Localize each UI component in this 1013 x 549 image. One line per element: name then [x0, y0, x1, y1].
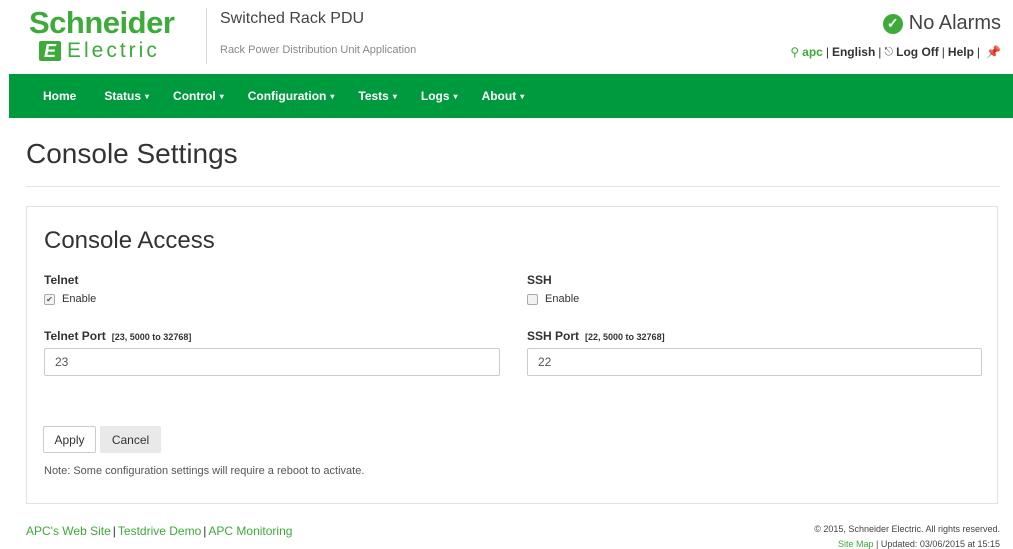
- separator: |: [976, 45, 981, 59]
- apc-website-link[interactable]: APC's Web Site: [26, 524, 111, 538]
- reboot-note: Note: Some configuration settings will r…: [44, 465, 365, 477]
- logo-line1: Schneider: [29, 5, 175, 40]
- check-circle-icon: ✓: [882, 13, 903, 34]
- testdrive-demo-link[interactable]: Testdrive Demo: [118, 524, 201, 538]
- apc-monitoring-link[interactable]: APC Monitoring: [208, 524, 292, 538]
- panel-title: Console Access: [44, 227, 215, 254]
- ssh-enable-label: Enable: [545, 293, 580, 305]
- cancel-button[interactable]: Cancel: [100, 426, 161, 453]
- alarm-status-text: No Alarms: [908, 12, 1001, 34]
- nav-logs[interactable]: Logs ▾: [421, 89, 458, 103]
- chevron-down-icon: ▾: [392, 92, 397, 102]
- language-link[interactable]: English: [832, 45, 875, 59]
- footer-links: APC's Web Site | Testdrive Demo | APC Monito…: [26, 524, 293, 538]
- app-title: Switched Rack PDU: [220, 10, 365, 27]
- telnet-enable-checkbox[interactable]: ✔ Enable: [44, 293, 96, 305]
- title-divider: [26, 186, 1000, 187]
- nav-home[interactable]: Home: [43, 89, 80, 103]
- page-title: Console Settings: [26, 138, 238, 169]
- nav-about[interactable]: About ▾: [482, 89, 525, 103]
- user-icon: ⚲: [790, 45, 800, 59]
- chevron-down-icon: ▾: [145, 92, 150, 102]
- nav-tests[interactable]: Tests ▾: [358, 89, 396, 103]
- console-access-panel: Console Access Telnet ✔ Enable SSH Enabl…: [26, 206, 998, 504]
- telnet-port-range: [23, 5000 to 32768]: [111, 332, 192, 342]
- nav-status[interactable]: Status ▾: [104, 89, 149, 103]
- separator: |: [878, 45, 882, 59]
- logoff-icon: ⎋: [884, 45, 894, 58]
- ssh-port-input[interactable]: [527, 348, 982, 376]
- nav-configuration[interactable]: Configuration ▾: [248, 89, 335, 103]
- user-links: ⚲ apc | English | ⎋ Log Off | Help | 📌: [790, 45, 1001, 59]
- header-divider: [206, 8, 207, 64]
- nav-control[interactable]: Control ▾: [173, 89, 224, 103]
- alarm-status[interactable]: ✓ No Alarms: [882, 12, 1001, 35]
- chevron-down-icon: ▾: [219, 92, 224, 102]
- checkbox-checked-icon: ✔: [44, 293, 55, 305]
- copyright-text: © 2015, Schneider Electric. All rights r…: [814, 524, 1000, 534]
- app-subtitle: Rack Power Distribution Unit Application: [220, 44, 417, 56]
- logo-mark: E: [39, 41, 61, 61]
- telnet-enable-label: Enable: [62, 293, 97, 305]
- checkbox-unchecked-icon: [527, 293, 538, 305]
- ssh-port-label: SSH Port [22, 5000 to 32768]: [527, 329, 665, 343]
- main-navbar: Home Status ▾ Control ▾ Configuration ▾ Tes…: [9, 74, 1013, 118]
- logoff-link[interactable]: Log Off: [896, 45, 939, 59]
- telnet-port-label: Telnet Port [23, 5000 to 32768]: [44, 329, 192, 343]
- chevron-down-icon: ▾: [520, 92, 525, 102]
- telnet-label: Telnet: [44, 273, 79, 287]
- help-link[interactable]: Help: [948, 45, 974, 59]
- chevron-down-icon: ▾: [330, 92, 335, 102]
- ssh-enable-checkbox[interactable]: Enable: [527, 293, 579, 305]
- separator: |: [941, 45, 945, 59]
- telnet-port-input[interactable]: [44, 348, 500, 376]
- logo-line2: E Electric: [39, 39, 174, 62]
- ssh-label: SSH: [527, 273, 552, 287]
- user-name: apc: [802, 45, 823, 59]
- logo-word: Electric: [67, 39, 160, 62]
- separator: |: [825, 45, 829, 59]
- chevron-down-icon: ▾: [453, 92, 458, 102]
- pin-icon[interactable]: 📌: [986, 45, 1001, 59]
- ssh-port-range: [22, 5000 to 32768]: [585, 332, 665, 342]
- apply-button[interactable]: Apply: [43, 426, 96, 453]
- schneider-logo: Schneider E Electric: [29, 5, 175, 62]
